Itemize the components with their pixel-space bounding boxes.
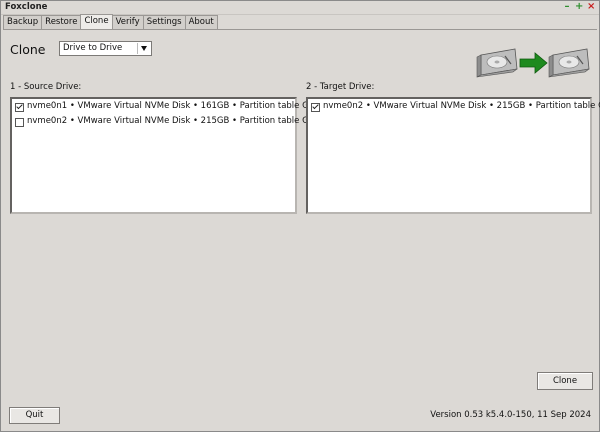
minimize-icon[interactable]: –: [563, 1, 571, 13]
tab-verify[interactable]: Verify: [111, 15, 144, 29]
clone-button[interactable]: Clone: [537, 372, 593, 390]
source-drive-label: 1 - Source Drive:: [10, 82, 82, 92]
checkbox[interactable]: [311, 103, 320, 112]
mode-select[interactable]: Drive to Drive: [59, 41, 152, 56]
list-item[interactable]: nvme0n2 • VMware Virtual NVMe Disk • 215…: [12, 114, 319, 129]
tab-backup[interactable]: Backup: [3, 15, 43, 29]
tab-settings[interactable]: Settings: [142, 15, 186, 29]
quit-button[interactable]: Quit: [9, 407, 60, 424]
arrow-right-icon: [519, 52, 548, 74]
target-drive-icon: [548, 48, 590, 78]
title-bar[interactable]: Foxclone – + ×: [1, 1, 599, 15]
tab-restore[interactable]: Restore: [41, 15, 82, 29]
version-status: Version 0.53 k5.4.0-150, 11 Sep 2024: [430, 410, 591, 420]
source-drive-list[interactable]: nvme0n1 • VMware Virtual NVMe Disk • 161…: [10, 97, 319, 214]
clone-graphic: [476, 48, 590, 78]
window-title: Foxclone: [5, 2, 48, 12]
tab-about[interactable]: About: [184, 15, 218, 29]
checkbox[interactable]: [15, 118, 24, 127]
source-drive-icon: [476, 48, 518, 78]
drive-label: nvme0n1 • VMware Virtual NVMe Disk • 161…: [27, 101, 320, 111]
close-icon[interactable]: ×: [587, 1, 595, 13]
chevron-down-icon[interactable]: [137, 43, 150, 54]
mode-select-value: Drive to Drive: [63, 43, 123, 53]
mode-label: Clone: [10, 42, 46, 57]
checkbox[interactable]: [15, 103, 24, 112]
list-item[interactable]: nvme0n1 • VMware Virtual NVMe Disk • 161…: [12, 99, 319, 114]
window-controls: – + ×: [563, 1, 596, 13]
app-window: Foxclone – + × Backup Restore Clone Veri…: [0, 0, 600, 432]
drive-label: nvme0n2 • VMware Virtual NVMe Disk • 215…: [323, 101, 600, 111]
tab-bar: Backup Restore Clone Verify Settings Abo…: [3, 14, 218, 30]
tab-divider: [3, 29, 597, 30]
tab-clone[interactable]: Clone: [80, 14, 113, 29]
maximize-icon[interactable]: +: [575, 1, 583, 13]
target-drive-list[interactable]: nvme0n2 • VMware Virtual NVMe Disk • 215…: [306, 97, 600, 214]
drive-label: nvme0n2 • VMware Virtual NVMe Disk • 215…: [27, 116, 320, 126]
target-drive-label: 2 - Target Drive:: [306, 82, 375, 92]
list-item[interactable]: nvme0n2 • VMware Virtual NVMe Disk • 215…: [308, 99, 600, 114]
